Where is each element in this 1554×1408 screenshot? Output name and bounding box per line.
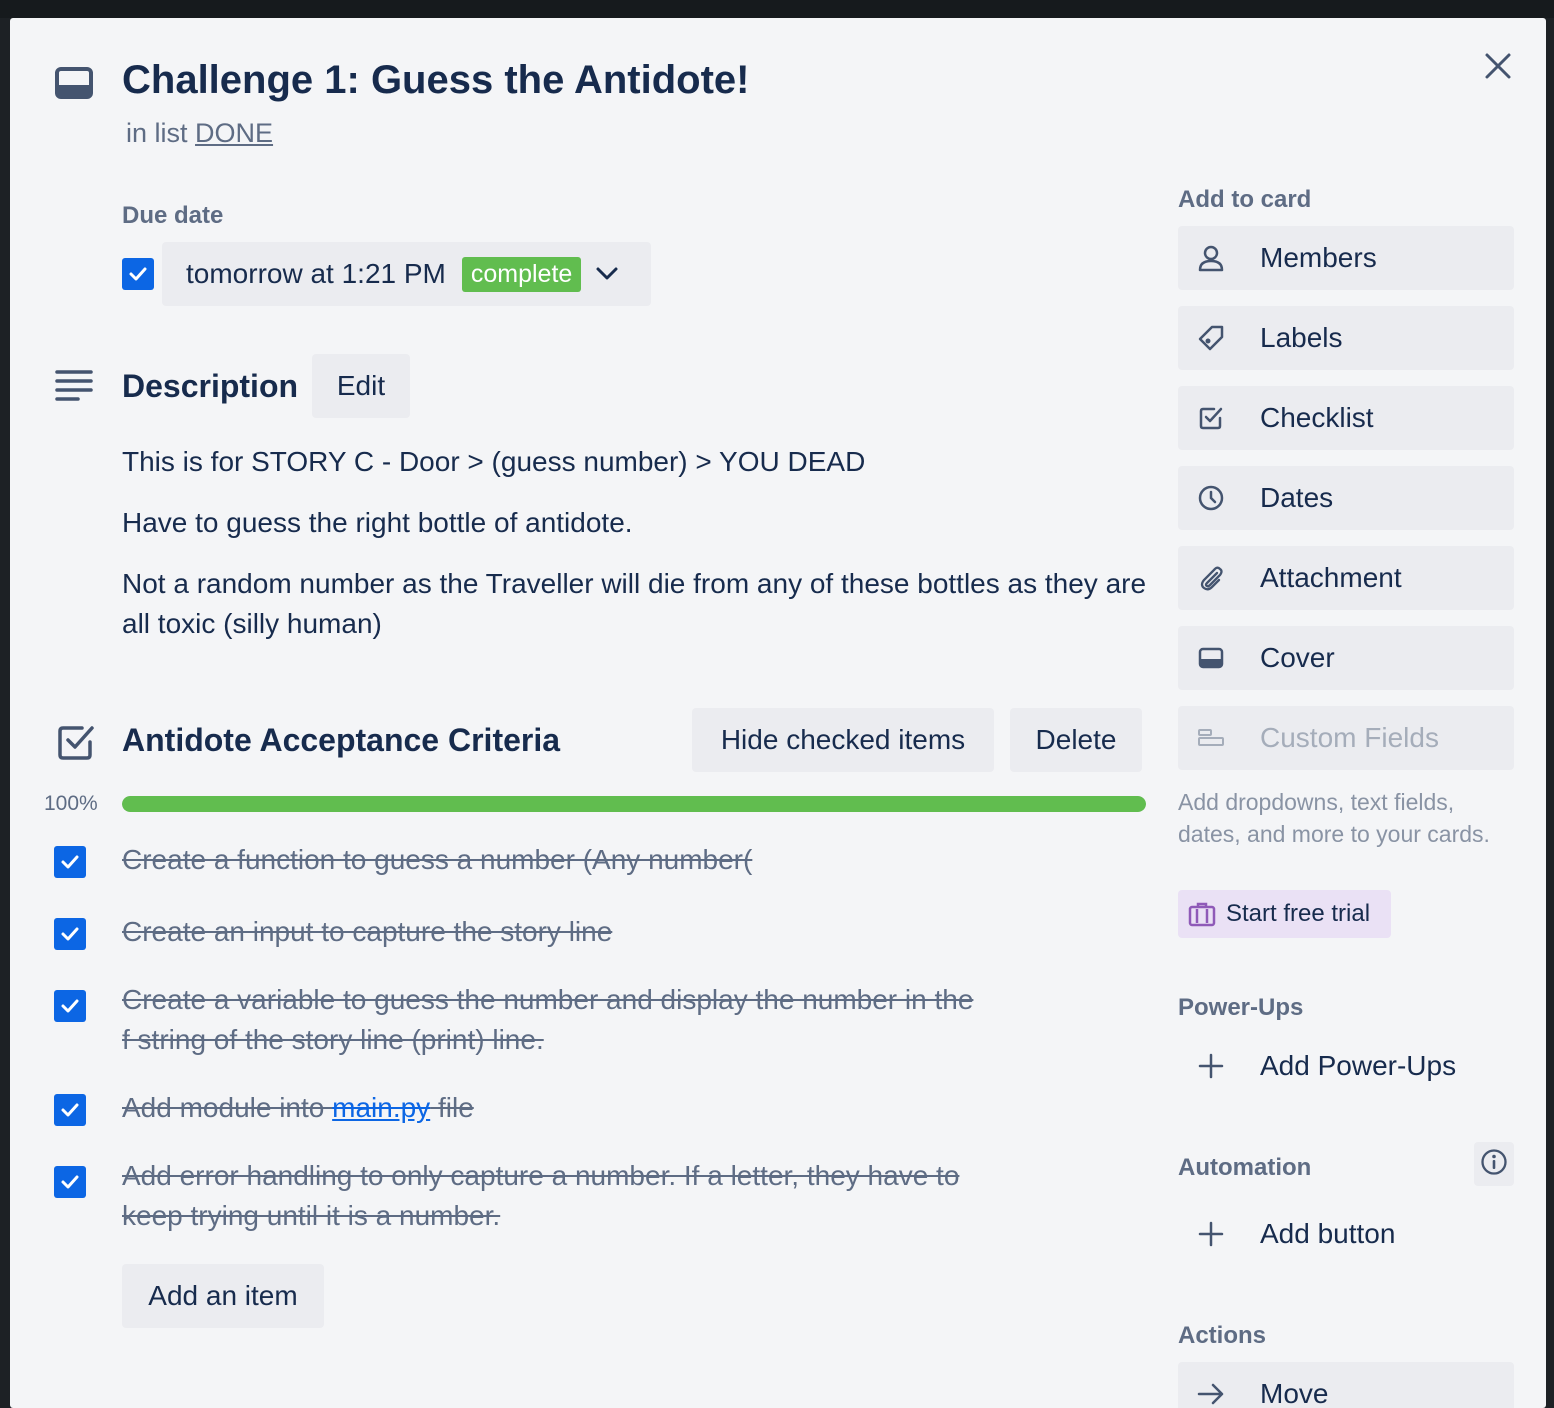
checklist-icon bbox=[56, 722, 96, 762]
labels-label: Labels bbox=[1260, 322, 1343, 353]
edit-description-button[interactable]: Edit bbox=[312, 354, 410, 418]
checklist-item-checkbox[interactable] bbox=[54, 1094, 86, 1126]
start-free-trial-label: Start free trial bbox=[1226, 900, 1371, 927]
actions-label: Actions bbox=[1178, 1322, 1267, 1349]
checklist-title[interactable]: Antidote Acceptance Criteria bbox=[122, 722, 560, 759]
custom-fields-label: Custom Fields bbox=[1260, 722, 1439, 753]
custom-fields-icon bbox=[1196, 723, 1226, 753]
in-list-prefix: in list bbox=[126, 118, 188, 148]
progress-fill bbox=[122, 796, 1146, 812]
check-icon bbox=[61, 927, 79, 941]
checklist-progress-bar bbox=[122, 796, 1146, 812]
members-button[interactable]: Members bbox=[1178, 226, 1514, 290]
item-text-before: Add module into bbox=[122, 1092, 333, 1123]
arrow-right-icon bbox=[1196, 1379, 1226, 1408]
description-paragraph: This is for STORY C - Door > (guess numb… bbox=[122, 446, 866, 477]
briefcase-icon bbox=[1186, 900, 1218, 928]
members-label: Members bbox=[1260, 242, 1377, 273]
clock-icon bbox=[1196, 483, 1226, 513]
check-icon bbox=[61, 1103, 79, 1117]
due-date-button[interactable]: tomorrow at 1:21 PM complete bbox=[162, 242, 651, 306]
card-detail-modal: Challenge 1: Guess the Antidote! in list… bbox=[10, 18, 1546, 1408]
checklist-button[interactable]: Checklist bbox=[1178, 386, 1514, 450]
info-icon bbox=[1480, 1148, 1508, 1181]
move-label: Move bbox=[1260, 1378, 1329, 1408]
card-icon bbox=[54, 66, 94, 100]
checklist-item-text[interactable]: Create a variable to guess the number an… bbox=[122, 980, 982, 1060]
checklist-item-text[interactable]: Create a function to guess a number (Any… bbox=[122, 840, 982, 880]
move-button[interactable]: Move bbox=[1178, 1362, 1514, 1408]
delete-checklist-button[interactable]: Delete bbox=[1010, 708, 1142, 772]
checklist-item-text[interactable]: Add module into main.py file bbox=[122, 1088, 982, 1128]
card-title[interactable]: Challenge 1: Guess the Antidote! bbox=[122, 58, 749, 103]
check-icon bbox=[61, 1175, 79, 1189]
complete-badge: complete bbox=[461, 256, 582, 292]
cover-label: Cover bbox=[1260, 642, 1335, 673]
tag-icon bbox=[1196, 323, 1226, 353]
checklist-item-text[interactable]: Create an input to capture the story lin… bbox=[122, 912, 982, 952]
board-backdrop bbox=[0, 0, 1554, 18]
cover-button[interactable]: Cover bbox=[1178, 626, 1514, 690]
add-power-ups-button[interactable]: Add Power-Ups bbox=[1178, 1034, 1514, 1098]
hide-checked-items-button[interactable]: Hide checked items bbox=[692, 708, 994, 772]
add-power-ups-label: Add Power-Ups bbox=[1260, 1050, 1457, 1081]
description-paragraph: Have to guess the right bottle of antido… bbox=[122, 507, 633, 538]
paperclip-icon bbox=[1196, 563, 1226, 593]
chevron-down-icon bbox=[593, 260, 621, 288]
checklist-item-checkbox[interactable] bbox=[54, 990, 86, 1022]
progress-percent: 100% bbox=[44, 792, 98, 815]
description-icon bbox=[54, 368, 94, 404]
labels-button[interactable]: Labels bbox=[1178, 306, 1514, 370]
checklist-item-checkbox[interactable] bbox=[54, 918, 86, 950]
item-text-after: file bbox=[430, 1092, 474, 1123]
close-icon bbox=[1484, 52, 1512, 85]
dates-label: Dates bbox=[1260, 482, 1334, 513]
add-button-button[interactable]: Add button bbox=[1178, 1202, 1514, 1266]
description-heading: Description bbox=[122, 368, 299, 404]
cover-icon bbox=[1196, 643, 1226, 673]
dates-button[interactable]: Dates bbox=[1178, 466, 1514, 530]
attachment-label: Attachment bbox=[1260, 562, 1402, 593]
check-icon bbox=[61, 999, 79, 1013]
power-ups-label: Power-Ups bbox=[1178, 994, 1304, 1021]
custom-fields-help: Add dropdowns, text fields, dates, and m… bbox=[1178, 789, 1490, 847]
plus-icon bbox=[1196, 1051, 1226, 1081]
custom-fields-button[interactable]: Custom Fields bbox=[1178, 706, 1514, 770]
list-link[interactable]: DONE bbox=[195, 118, 273, 148]
due-date-label: Due date bbox=[122, 202, 224, 229]
close-button[interactable] bbox=[1476, 46, 1520, 90]
main-py-link[interactable]: main.py bbox=[332, 1092, 430, 1123]
checkbox-icon bbox=[1196, 403, 1226, 433]
checklist-item-text[interactable]: Add error handling to only capture a num… bbox=[122, 1156, 982, 1236]
add-button-label: Add button bbox=[1260, 1218, 1396, 1249]
person-icon bbox=[1196, 243, 1226, 273]
list-location: in list DONE bbox=[126, 118, 273, 149]
check-icon bbox=[129, 267, 147, 281]
checklist-label: Checklist bbox=[1260, 402, 1374, 433]
checklist-item-checkbox[interactable] bbox=[54, 846, 86, 878]
check-icon bbox=[61, 855, 79, 869]
add-item-button[interactable]: Add an item bbox=[122, 1264, 324, 1328]
automation-label: Automation bbox=[1178, 1154, 1312, 1181]
add-to-card-label: Add to card bbox=[1178, 186, 1312, 213]
start-free-trial-button[interactable]: Start free trial bbox=[1178, 890, 1391, 938]
due-complete-checkbox[interactable] bbox=[122, 258, 154, 290]
due-date-value: tomorrow at 1:21 PM bbox=[186, 258, 446, 289]
attachment-button[interactable]: Attachment bbox=[1178, 546, 1514, 610]
checklist-item-checkbox[interactable] bbox=[54, 1166, 86, 1198]
description-paragraph: Not a random number as the Traveller wil… bbox=[122, 568, 1147, 639]
automation-info-button[interactable] bbox=[1474, 1142, 1514, 1186]
plus-icon bbox=[1196, 1219, 1226, 1249]
